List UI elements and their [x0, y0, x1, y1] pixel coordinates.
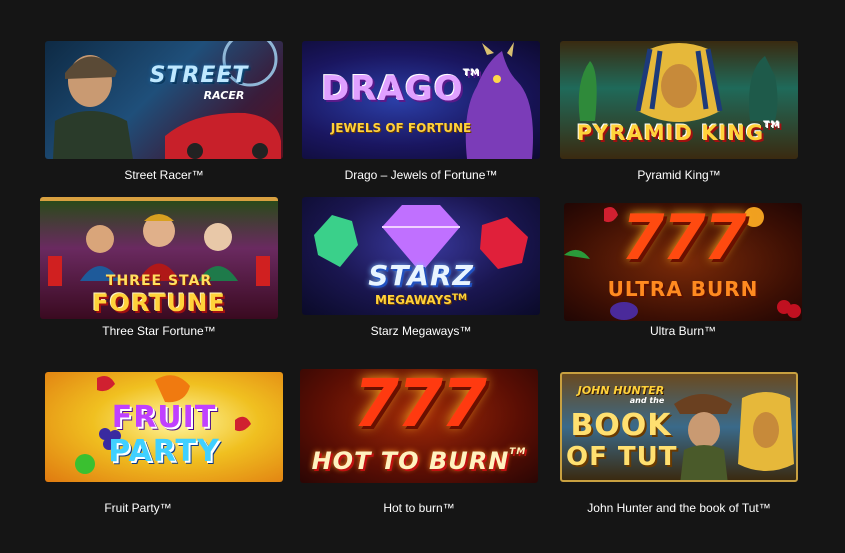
game-tile-drago[interactable]: DRAGOTM JEWELS OF FORTUNE Drago – Jewels…	[302, 41, 540, 182]
plum-icon	[610, 302, 638, 320]
game-thumbnail-three-star-fortune[interactable]: THREE STAR FORTUNE	[40, 197, 278, 319]
anubis-figure	[749, 56, 778, 121]
game-caption[interactable]: Ultra Burn™	[564, 324, 802, 338]
game-thumbnail-pyramid-king[interactable]: PYRAMID KINGTM	[560, 41, 798, 159]
art-title-line1: STARZ	[368, 259, 474, 292]
art-title-megaways: MEGAWAYS	[374, 293, 452, 307]
game-thumbnail-ultra-burn[interactable]: 777 ULTRA BURN	[564, 203, 802, 321]
game-thumbnail-starz-megaways[interactable]: STARZ MEGAWAYSTM	[302, 197, 540, 315]
three-sages-figures	[80, 214, 238, 281]
game-tile-three-star-fortune[interactable]: THREE STAR FORTUNE Three Star Fortune™	[40, 197, 278, 338]
game-tile-pyramid-king[interactable]: PYRAMID KINGTM Pyramid King™	[560, 41, 798, 182]
strawberry-icon	[97, 376, 115, 392]
art-title-line2: FORTUNE	[92, 289, 226, 317]
art-title-book: BOOK	[570, 408, 672, 443]
orange-icon	[155, 375, 190, 403]
art-title-drago: DRAGO	[321, 69, 464, 109]
explorer-figure	[674, 394, 732, 414]
game-tile-book-of-tut[interactable]: JOHN HUNTER and the BOOK OF TUT John Hun…	[560, 372, 798, 515]
game-caption[interactable]: Hot to burn™	[300, 501, 538, 515]
game-tile-ultra-burn[interactable]: 777 ULTRA BURN Ultra Burn™	[564, 203, 802, 338]
art-title-pyramid-king: PYRAMID KING	[576, 121, 765, 145]
game-caption[interactable]: Starz Megaways™	[302, 324, 540, 338]
art-title-line2: HOT TO BURNTM	[300, 447, 538, 475]
game-tile-street-racer[interactable]: STREET RACER Street Racer™	[45, 41, 283, 182]
trademark-mark: TM	[509, 447, 527, 457]
art-title-line1: PYRAMID KINGTM	[560, 121, 798, 145]
art-title-and-the: and the	[629, 396, 665, 405]
game-caption[interactable]: Pyramid King™	[560, 168, 798, 182]
game-thumbnail-hot-to-burn[interactable]: 777 HOT TO BURNTM	[300, 369, 538, 483]
game-thumbnail-street-racer[interactable]: STREET RACER	[45, 41, 283, 159]
art-title-line1: DRAGOTM	[302, 69, 540, 109]
game-thumbnail-drago[interactable]: DRAGOTM JEWELS OF FORTUNE	[302, 41, 540, 159]
art-title-line1: STREET	[149, 63, 249, 88]
game-caption[interactable]: John Hunter and the book of Tut™	[560, 501, 798, 515]
game-thumbnail-book-of-tut[interactable]: JOHN HUNTER and the BOOK OF TUT	[560, 372, 798, 482]
game-caption[interactable]: Fruit Party™	[19, 501, 257, 515]
game-thumbnail-fruit-party[interactable]: FRUIT PARTY	[45, 372, 283, 482]
game-caption[interactable]: Street Racer™	[45, 168, 283, 182]
art-title-line2: RACER	[203, 89, 245, 102]
art-title-line2: PARTY	[108, 434, 220, 469]
trademark-mark: TM	[451, 293, 467, 303]
art-title-line2: MEGAWAYSTM	[302, 293, 540, 307]
art-title-line1: 777	[353, 369, 487, 442]
art-title-of-tut: OF TUT	[566, 442, 678, 472]
game-tile-fruit-party[interactable]: FRUIT PARTY Fruit Party™	[45, 372, 283, 515]
game-tile-starz-megaways[interactable]: STARZ MEGAWAYSTM Starz Megaways™	[302, 197, 540, 338]
art-title-line1: THREE STAR	[105, 273, 213, 289]
art-title-hot-to-burn: HOT TO BURN	[311, 447, 510, 475]
games-grid: STREET RACER Street Racer™ DRAGOTM JEWEL…	[0, 0, 845, 553]
art-title-line2: JEWELS OF FORTUNE	[330, 121, 472, 135]
art-title-line1: 777	[621, 203, 746, 274]
cobra-figure	[578, 61, 597, 121]
game-tile-hot-to-burn[interactable]: 777 HOT TO BURNTM Hot to burn™	[300, 369, 538, 515]
trademark-mark: TM	[764, 121, 782, 131]
trademark-mark: TM	[463, 69, 481, 79]
game-caption[interactable]: Three Star Fortune™	[40, 324, 278, 338]
art-title-line1: FRUIT	[111, 400, 217, 435]
art-title-line2: ULTRA BURN	[607, 277, 759, 301]
game-caption[interactable]: Drago – Jewels of Fortune™	[302, 168, 540, 182]
